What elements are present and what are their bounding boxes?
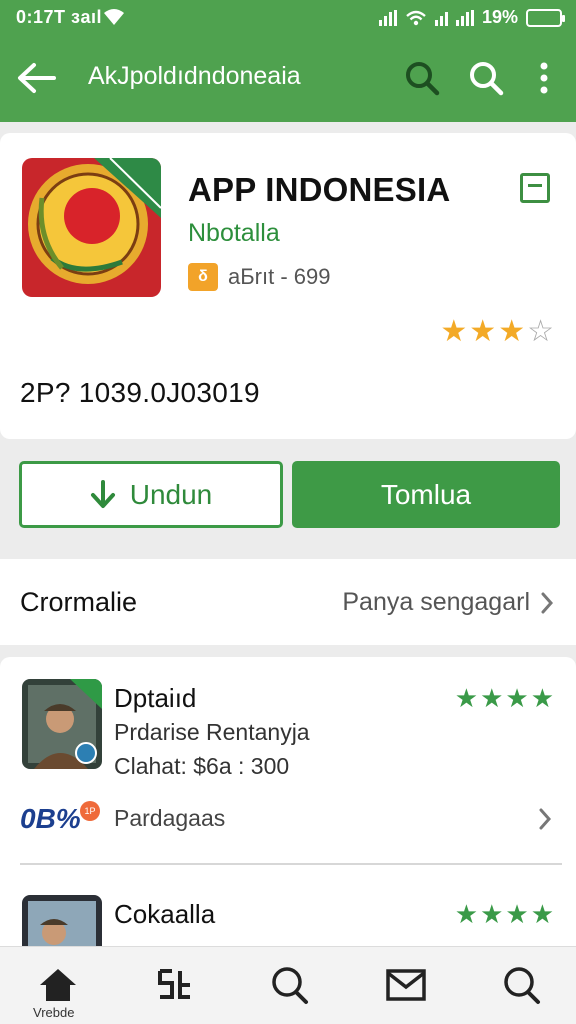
star-empty-icon: ☆ [527,315,554,348]
star-filled-icon: ★ [454,683,479,713]
open-button[interactable]: Tomlua [292,461,560,528]
search-icon[interactable] [498,963,546,1007]
promo-badge: 1P [80,801,100,821]
section-title: Crormalie [20,587,138,617]
rating-stars: ★ ★ ★ ☆ [440,317,554,347]
list-item-subtitle: Prdarise Rentanyja [114,719,310,745]
wifi-icon [406,10,426,25]
star-filled-icon: ★ [440,315,468,348]
price-line: 2P? 1039.0J03019 [20,377,260,408]
list-item-thumbnail[interactable] [22,679,102,769]
signal-icon [455,9,474,26]
age-rating-badge: δ [188,263,218,291]
app-details-card: APP INDONESIA Nbotalla δ aБrıt - 699 ★ ★ ★… [0,133,576,439]
promo-label[interactable]: Pardagaas [114,805,225,832]
download-label: Undun [129,478,213,510]
wifi-icon [104,9,124,25]
back-arrow-icon[interactable] [14,56,60,100]
star-filled-icon: ★ [480,683,504,713]
app-bar-title: AkJpoldıdndoneaia [88,62,301,90]
status-time: 0:17T зaıl [16,7,102,27]
list-item-stars: ★ ★ ★ ★ [455,901,554,927]
section-link[interactable]: Panya sengagarl [342,588,554,617]
status-bar: 0:17T зaıl 19% [0,0,576,34]
star-filled-icon: ★ [480,899,504,929]
battery-icon [526,8,565,27]
more-vert-icon[interactable] [524,56,564,100]
signal-icon [434,10,448,26]
section-header[interactable]: Crormalie Panya sengagarl [0,559,576,645]
star-filled-icon: ★ [498,315,526,348]
download-arrow-icon [90,479,115,508]
search-icon[interactable] [464,56,508,100]
app-bar: AkJpoldıdndoneaia [0,40,576,116]
search-icon[interactable] [266,963,314,1007]
mail-icon[interactable] [382,963,430,1007]
status-right: 19% [378,7,565,28]
list-item-detail: Clahat: $6a : 300 [114,753,290,779]
signal-icon [378,9,397,26]
related-apps-list: Dptaiıd Prdarise Rentanyja Clahat: $6a :… [0,657,576,985]
star-filled-icon: ★ [505,683,529,713]
search-icon[interactable] [400,56,444,100]
top-bar: 0:17T зaıl 19% AkJpoldıdndoneaia [0,0,576,122]
app-name: APP INDONESIA [188,171,451,208]
home-icon[interactable] [34,963,82,1007]
apps-icon[interactable] [152,963,200,1007]
list-item-title[interactable]: Cokaalla [114,899,215,930]
star-filled-icon: ★ [469,315,497,348]
star-filled-icon: ★ [454,899,479,929]
home-nav-label: Vrebde [33,1005,75,1020]
list-item-stars: ★ ★ ★ ★ [455,685,554,711]
list-divider [20,863,562,865]
list-item-title[interactable]: Dptaiıd [114,683,196,714]
bottom-navigation: Vrebde [0,946,576,1024]
section-link-label: Panya sengagarl [342,588,530,616]
promo-logo: 0B% [20,803,81,834]
star-filled-icon: ★ [530,899,554,929]
star-filled-icon: ★ [505,899,529,929]
star-filled-icon: ★ [530,683,554,713]
download-button[interactable]: Undun [19,461,283,528]
bookmark-icon[interactable] [520,173,550,203]
open-label: Tomlua [380,478,472,510]
chevron-right-icon [541,592,554,613]
app-icon[interactable] [22,158,161,297]
chevron-right-icon[interactable] [538,807,552,831]
battery-percent: 19% [481,7,518,27]
app-meta: δ aБrıt - 699 [188,263,330,291]
developer-name[interactable]: Nbotalla [188,219,280,248]
app-meta-text: aБrıt - 699 [228,264,331,289]
